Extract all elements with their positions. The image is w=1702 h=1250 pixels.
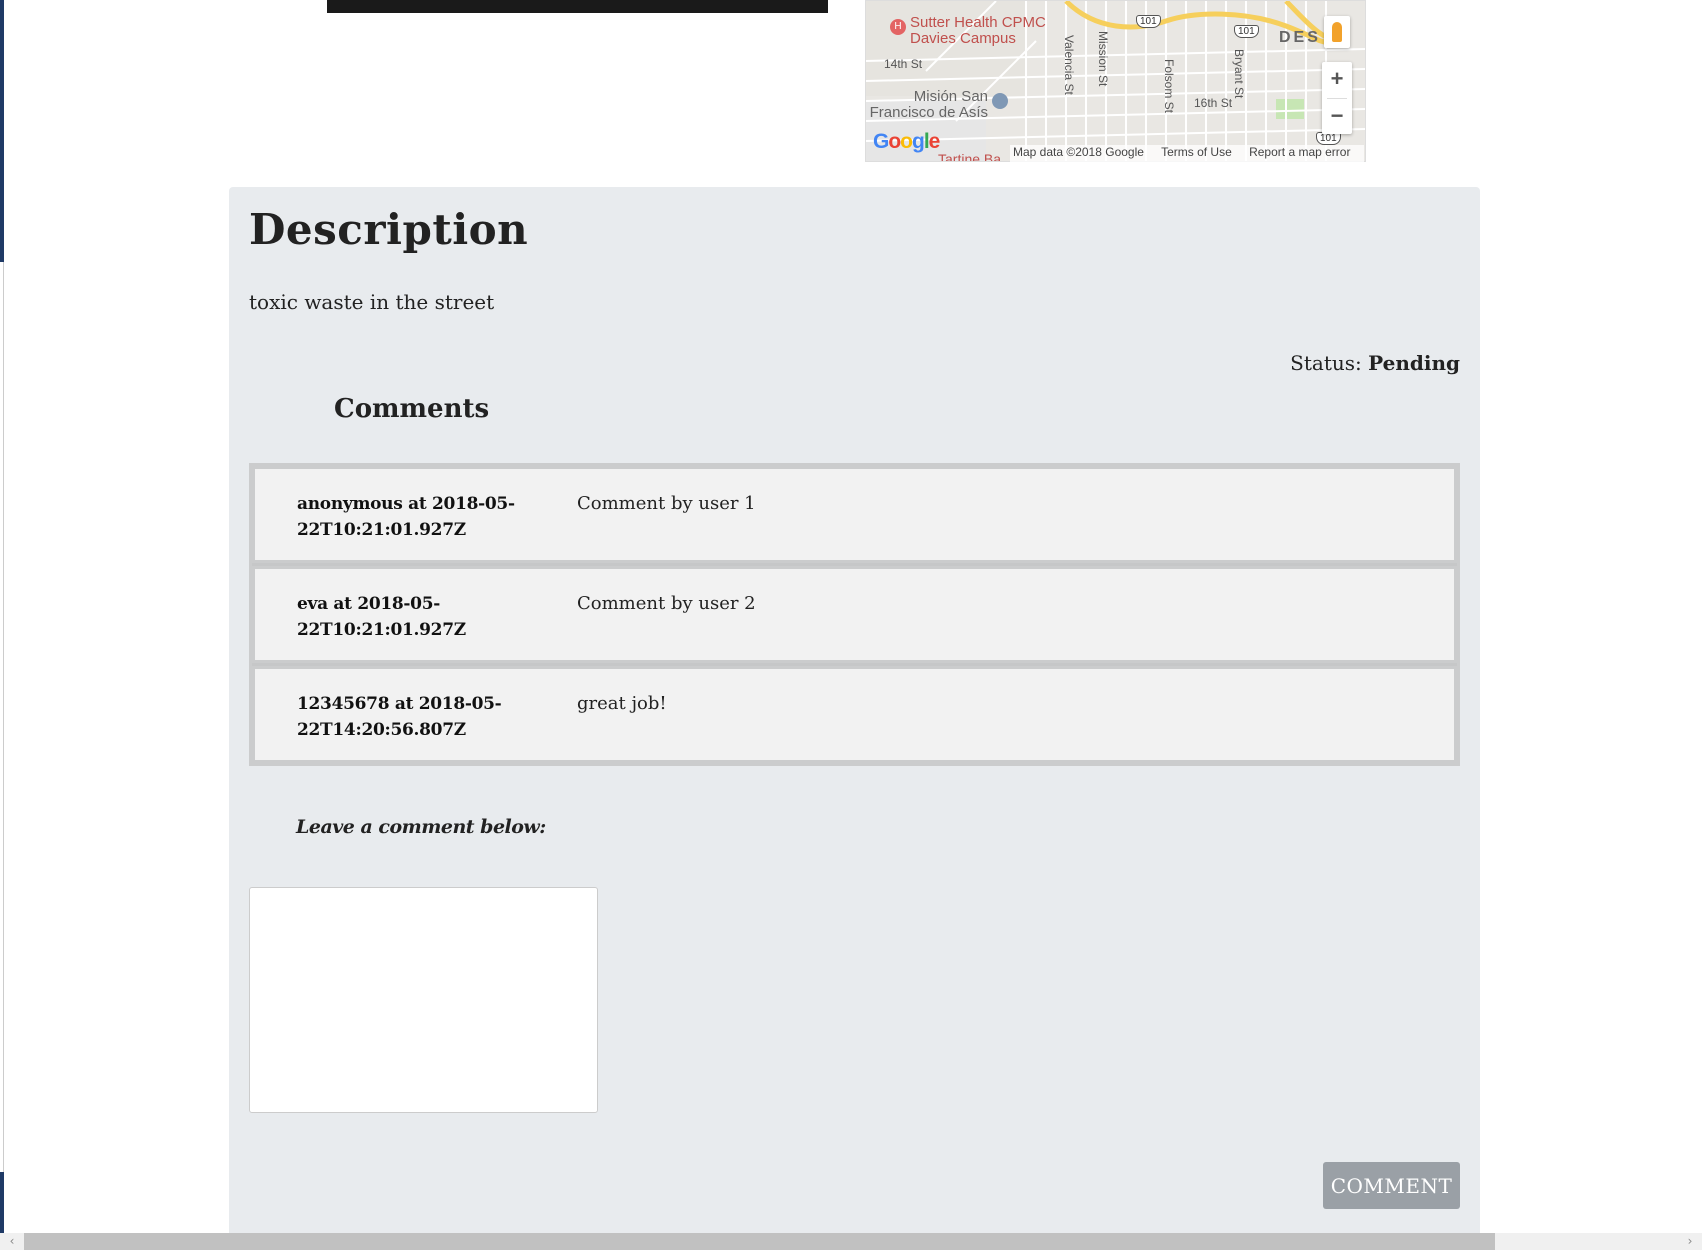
comment-text: Comment by user 2 bbox=[577, 593, 756, 614]
description-text: toxic waste in the street bbox=[249, 290, 495, 314]
report-details-panel: Description toxic waste in the street St… bbox=[229, 187, 1480, 1237]
poi-mission-label[interactable]: Misión San Francisco de Asís bbox=[868, 89, 988, 121]
status-badge: Pending bbox=[1368, 351, 1460, 375]
comment-text: Comment by user 1 bbox=[577, 493, 756, 514]
map-zoom-controls: + − bbox=[1322, 62, 1352, 134]
comments-heading: Comments bbox=[334, 394, 490, 424]
street-valencia-label: Valencia St bbox=[1062, 35, 1076, 95]
horizontal-scrollbar[interactable]: ‹ › bbox=[0, 1233, 1702, 1250]
map-footer: Map data ©2018 Google Terms of Use Repor… bbox=[1010, 145, 1365, 162]
street-view-pegman-icon[interactable] bbox=[1324, 16, 1350, 48]
zoom-in-button[interactable]: + bbox=[1322, 62, 1352, 98]
submit-comment-button[interactable]: COMMENT bbox=[1323, 1162, 1460, 1209]
hospital-pin-icon[interactable]: H bbox=[890, 19, 906, 35]
comment-textarea[interactable] bbox=[249, 887, 598, 1113]
terms-of-use-link[interactable]: Terms of Use bbox=[1161, 145, 1232, 159]
status-label: Status: bbox=[1290, 351, 1362, 375]
location-map[interactable]: H Sutter Health CPMC Davies Campus 14th S… bbox=[865, 0, 1366, 162]
comment-author-timestamp: 12345678 at 2018-05-22T14:20:56.807Z bbox=[297, 694, 502, 740]
zoom-out-button[interactable]: − bbox=[1322, 99, 1352, 135]
status-line: Status: Pending bbox=[1290, 351, 1460, 375]
comment-item: eva at 2018-05-22T10:21:01.927Z Comment … bbox=[252, 566, 1457, 663]
comment-author-timestamp: anonymous at 2018-05-22T10:21:01.927Z bbox=[297, 494, 515, 540]
street-folsom-label: Folsom St bbox=[1162, 59, 1176, 114]
street-16th-label: 16th St bbox=[1194, 96, 1233, 110]
description-heading: Description bbox=[249, 205, 529, 254]
comment-author-timestamp: eva at 2018-05-22T10:21:01.927Z bbox=[297, 594, 466, 640]
highway-shield-icon: 101 bbox=[1136, 15, 1161, 28]
landmark-pin-icon[interactable] bbox=[992, 93, 1008, 109]
google-logo[interactable]: Google bbox=[873, 130, 940, 154]
district-label: DES bbox=[1279, 29, 1321, 46]
street-14th-label: 14th St bbox=[884, 57, 923, 71]
map-data-attribution: Map data ©2018 Google bbox=[1013, 145, 1144, 159]
highway-shield-icon: 101 bbox=[1234, 25, 1259, 38]
street-mission-label: Mission St bbox=[1096, 31, 1110, 87]
comment-item: 12345678 at 2018-05-22T14:20:56.807Z gre… bbox=[252, 666, 1457, 763]
scroll-left-arrow-icon[interactable]: ‹ bbox=[4, 1233, 20, 1250]
poi-tartine-label[interactable]: Tartine Ba bbox=[938, 151, 1001, 161]
scrollbar-thumb[interactable] bbox=[24, 1233, 1495, 1250]
scroll-right-arrow-icon[interactable]: › bbox=[1682, 1233, 1698, 1250]
poi-hospital-label[interactable]: Sutter Health CPMC Davies Campus bbox=[910, 15, 1046, 47]
comment-list: anonymous at 2018-05-22T10:21:01.927Z Co… bbox=[249, 463, 1460, 766]
left-window-edge bbox=[0, 0, 4, 1250]
report-map-error-link[interactable]: Report a map error bbox=[1249, 145, 1350, 159]
comment-item: anonymous at 2018-05-22T10:21:01.927Z Co… bbox=[252, 466, 1457, 563]
report-photo bbox=[327, 0, 828, 13]
leave-comment-label: Leave a comment below: bbox=[296, 816, 546, 838]
street-bryant-label: Bryant St bbox=[1232, 49, 1246, 99]
comment-text: great job! bbox=[577, 693, 667, 714]
